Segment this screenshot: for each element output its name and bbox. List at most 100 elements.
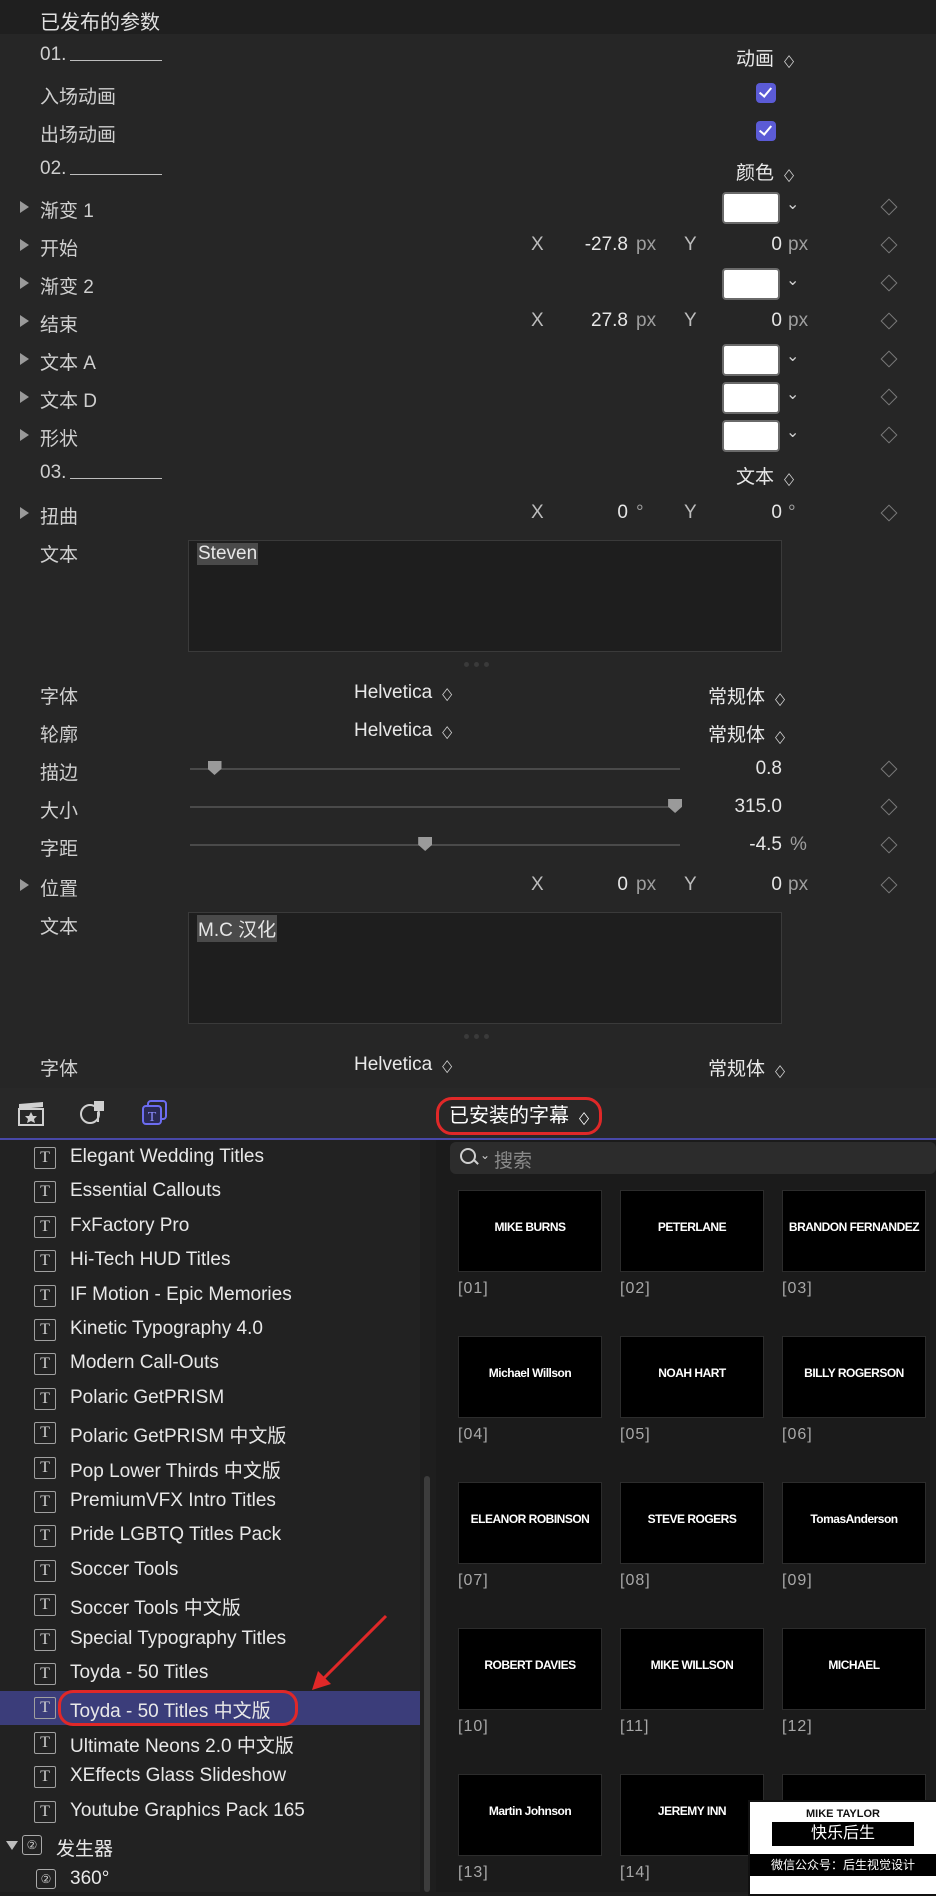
- title-thumbnail[interactable]: ELEANOR ROBINSON: [458, 1482, 602, 1564]
- slider-knob[interactable]: [668, 799, 683, 813]
- list-item[interactable]: T Ultimate Neons 2.0 中文版: [0, 1726, 420, 1760]
- title-thumbnail[interactable]: Michael Willson: [458, 1336, 602, 1418]
- title-thumbnail[interactable]: PETERLANE: [620, 1190, 764, 1272]
- title-thumbnail[interactable]: BRANDON FERNANDEZ: [782, 1190, 926, 1272]
- keyframe-icon[interactable]: [880, 198, 898, 216]
- stroke-value[interactable]: 0.8: [700, 758, 782, 780]
- list-item[interactable]: T XEffects Glass Slideshow: [0, 1760, 420, 1794]
- slider-knob[interactable]: [207, 761, 222, 775]
- generator-group[interactable]: ② 发生器: [0, 1829, 420, 1863]
- start-x-value[interactable]: -27.8: [560, 234, 628, 256]
- disclosure-triangle-icon[interactable]: [20, 239, 29, 251]
- text-d-color-well[interactable]: [722, 382, 780, 414]
- list-item[interactable]: T Essential Callouts: [0, 1175, 420, 1209]
- list-item[interactable]: T FxFactory Pro: [0, 1210, 420, 1244]
- list-item[interactable]: T Kinetic Typography 4.0: [0, 1313, 420, 1347]
- installed-titles-popup[interactable]: 已安装的字幕 ◇: [436, 1097, 602, 1135]
- position-y-value[interactable]: 0: [716, 874, 782, 896]
- color-popup[interactable]: 颜色 ◇: [736, 158, 794, 185]
- stroke-slider[interactable]: [190, 761, 680, 775]
- tracking-value[interactable]: -4.5: [700, 834, 782, 856]
- shape-color-well[interactable]: [722, 420, 780, 452]
- keyframe-icon[interactable]: [880, 798, 898, 816]
- title-thumbnail[interactable]: MICHAEL: [782, 1628, 926, 1710]
- chevron-down-icon[interactable]: ⌄: [786, 194, 799, 214]
- disclosure-triangle-icon[interactable]: [20, 353, 29, 365]
- outline-style-popup[interactable]: 常规体 ◇: [708, 720, 785, 747]
- font1-style-popup[interactable]: 常规体 ◇: [708, 682, 785, 709]
- title-thumbnail[interactable]: JEREMY INN: [620, 1774, 764, 1856]
- chevron-down-icon[interactable]: ⌄: [480, 1148, 490, 1162]
- list-item[interactable]: T Hi-Tech HUD Titles: [0, 1244, 420, 1278]
- list-item[interactable]: T Pride LGBTQ Titles Pack: [0, 1519, 420, 1553]
- gradient2-color-well[interactable]: [722, 268, 780, 300]
- font2-style-popup[interactable]: 常规体 ◇: [708, 1054, 785, 1081]
- chevron-down-icon[interactable]: ⌄: [786, 384, 799, 404]
- keyframe-icon[interactable]: [880, 760, 898, 778]
- distort-x-value[interactable]: 0: [560, 502, 628, 524]
- size-value[interactable]: 315.0: [700, 796, 782, 818]
- end-y-value[interactable]: 0: [716, 310, 782, 332]
- titles-icon[interactable]: T: [140, 1098, 170, 1128]
- title-thumbnail[interactable]: Martin Johnson: [458, 1774, 602, 1856]
- disclosure-triangle-icon[interactable]: [20, 507, 29, 519]
- title-thumbnail[interactable]: MIKE WILLSON: [620, 1628, 764, 1710]
- list-item[interactable]: T Elegant Wedding Titles: [0, 1141, 420, 1175]
- end-x-value[interactable]: 27.8: [560, 310, 628, 332]
- list-item[interactable]: T Special Typography Titles: [0, 1623, 420, 1657]
- title-thumbnail[interactable]: ROBERT DAVIES: [458, 1628, 602, 1710]
- title-thumbnail[interactable]: TomasAnderson: [782, 1482, 926, 1564]
- disclosure-open-icon[interactable]: [6, 1841, 18, 1850]
- search-field[interactable]: ⌄ 搜索: [450, 1142, 936, 1174]
- keyframe-icon[interactable]: [880, 350, 898, 368]
- title-thumbnail[interactable]: NOAH HART: [620, 1336, 764, 1418]
- list-item[interactable]: T IF Motion - Epic Memories: [0, 1279, 420, 1313]
- list-item[interactable]: T Youtube Graphics Pack 165: [0, 1795, 420, 1829]
- size-slider[interactable]: [190, 799, 683, 813]
- list-item[interactable]: T Soccer Tools: [0, 1554, 420, 1588]
- chevron-down-icon[interactable]: ⌄: [786, 422, 799, 442]
- title-thumbnail[interactable]: STEVE ROGERS: [620, 1482, 764, 1564]
- keyframe-icon[interactable]: [880, 388, 898, 406]
- distort-y-value[interactable]: 0: [716, 502, 782, 524]
- disclosure-triangle-icon[interactable]: [20, 879, 29, 891]
- list-item[interactable]: T Modern Call-Outs: [0, 1347, 420, 1381]
- disclosure-triangle-icon[interactable]: [20, 429, 29, 441]
- list-item[interactable]: T Toyda - 50 Titles: [0, 1657, 420, 1691]
- disclosure-triangle-icon[interactable]: [20, 277, 29, 289]
- outline-family-popup[interactable]: Helvetica ◇: [354, 720, 452, 742]
- font2-family-popup[interactable]: Helvetica ◇: [354, 1054, 452, 1076]
- gradient1-color-well[interactable]: [722, 192, 780, 224]
- list-item[interactable]: T PremiumVFX Intro Titles: [0, 1485, 420, 1519]
- list-item[interactable]: T Polaric GetPRISM 中文版: [0, 1416, 420, 1450]
- start-y-value[interactable]: 0: [716, 234, 782, 256]
- keyframe-icon[interactable]: [880, 426, 898, 444]
- exit-animation-checkbox[interactable]: [756, 121, 776, 141]
- text-a-color-well[interactable]: [722, 344, 780, 376]
- keyframe-icon[interactable]: [880, 274, 898, 292]
- disclosure-triangle-icon[interactable]: [20, 315, 29, 327]
- chevron-down-icon[interactable]: ⌄: [786, 346, 799, 366]
- keyframe-icon[interactable]: [880, 504, 898, 522]
- list-item[interactable]: T Pop Lower Thirds 中文版: [0, 1451, 420, 1485]
- disclosure-triangle-icon[interactable]: [20, 391, 29, 403]
- font1-family-popup[interactable]: Helvetica ◇: [354, 682, 452, 704]
- tracking-slider[interactable]: [190, 837, 680, 851]
- list-item[interactable]: T Polaric GetPRISM: [0, 1382, 420, 1416]
- text-popup[interactable]: 文本 ◇: [736, 462, 794, 489]
- animation-popup[interactable]: 动画 ◇: [736, 44, 794, 71]
- text2-field[interactable]: M.C 汉化: [188, 912, 782, 1024]
- list-item[interactable]: T Soccer Tools 中文版: [0, 1588, 420, 1622]
- slider-knob[interactable]: [418, 837, 433, 851]
- list-item[interactable]: T Toyda - 50 Titles 中文版: [0, 1690, 420, 1727]
- title-thumbnail[interactable]: MIKE BURNS: [458, 1190, 602, 1272]
- text1-field[interactable]: Steven: [188, 540, 782, 652]
- list-scrollbar[interactable]: [424, 1476, 430, 1892]
- position-x-value[interactable]: 0: [560, 874, 628, 896]
- chevron-down-icon[interactable]: ⌄: [786, 270, 799, 290]
- photo-music-icon[interactable]: [78, 1098, 108, 1128]
- clapper-star-icon[interactable]: [16, 1098, 46, 1128]
- keyframe-icon[interactable]: [880, 312, 898, 330]
- generator-child[interactable]: ② 360°: [0, 1863, 420, 1892]
- resize-grip[interactable]: [464, 654, 504, 667]
